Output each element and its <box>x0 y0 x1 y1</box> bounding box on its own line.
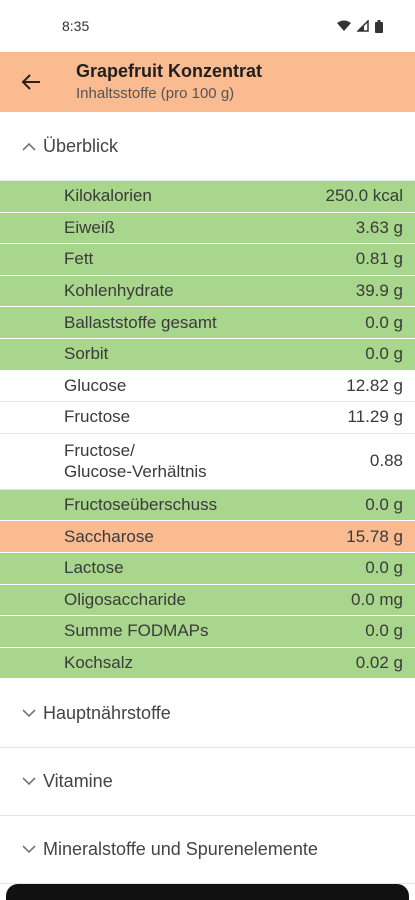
chevron-down-icon <box>22 845 36 854</box>
nutrient-name: Lactose <box>64 558 124 578</box>
nutrient-name: Eiweiß <box>64 217 116 237</box>
battery-icon <box>375 19 383 33</box>
nutrient-row: Glucose 12.82 g <box>0 370 415 403</box>
wifi-icon <box>337 20 351 31</box>
nutrient-row: Eiweiß 3.63 g <box>0 212 415 245</box>
section-overview-header[interactable]: Überblick <box>0 112 415 181</box>
status-icons <box>337 19 383 33</box>
nutrient-row: Sorbit 0.0 g <box>0 338 415 371</box>
nutrient-row: Fructoseüberschuss 0.0 g <box>0 489 415 522</box>
page-title: Grapefruit Konzentrat <box>76 61 263 81</box>
signal-icon <box>357 20 369 32</box>
nutrient-name: Kochsalz <box>64 653 133 673</box>
status-bar: 8:35 <box>0 0 415 52</box>
nutrient-value: 39.9 g <box>355 281 403 301</box>
nutrient-row: Kilokalorien 250.0 kcal <box>0 181 415 213</box>
device-bottom-edge <box>6 884 409 900</box>
nutrient-row: Summe FODMAPs 0.0 g <box>0 616 415 648</box>
nutrient-name: Fructose/ Glucose-Verhältnis <box>64 441 207 482</box>
nutrient-row: Fructose 11.29 g <box>0 402 415 434</box>
nutrient-name: Ballaststoffe gesamt <box>64 312 217 332</box>
nutrient-name: Fett <box>64 249 94 269</box>
nutrient-value: 0.0 g <box>365 495 403 515</box>
section-overview-label: Überblick <box>43 135 119 156</box>
section-minerals-label: Mineralstoffe und Spurenelemente <box>43 839 318 860</box>
nutrient-table: Kilokalorien 250.0 kcal Eiweiß 3.63 g Fett 0.… <box>0 181 415 680</box>
nutrient-name: Kilokalorien <box>64 186 152 206</box>
nutrient-value: 0.88 <box>369 451 403 471</box>
nutrient-value: 0.81 g <box>355 249 403 269</box>
nutrient-value: 0.0 g <box>365 344 403 364</box>
section-vitamins-header[interactable]: Vitamine <box>0 748 415 817</box>
nutrient-name: Fructose <box>64 407 131 427</box>
nutrient-value: 12.82 g <box>346 375 403 395</box>
back-button[interactable] <box>0 52 62 112</box>
nutrient-name: Sorbit <box>64 344 109 364</box>
nutrient-row: Oligosaccharide 0.0 mg <box>0 584 415 617</box>
nutrient-value: 11.29 g <box>347 407 403 427</box>
nutrient-value: 0.0 mg <box>351 589 403 609</box>
arrow-back-icon <box>21 74 40 90</box>
nutrient-value: 0.02 g <box>355 653 403 673</box>
nutrient-row: Lactose 0.0 g <box>0 552 415 585</box>
nutrient-name: Saccharose <box>64 526 154 546</box>
nutrient-row: Kochsalz 0.02 g <box>0 647 415 680</box>
section-main-nutrients-label: Hauptnährstoffe <box>43 702 171 723</box>
nutrient-value: 0.0 g <box>365 558 403 578</box>
nutrient-value: 250.0 kcal <box>325 186 404 206</box>
app-bar: Grapefruit Konzentrat Inhaltsstoffe (pro… <box>0 52 415 112</box>
section-minerals-header[interactable]: Mineralstoffe und Spurenelemente <box>0 816 415 885</box>
section-main-nutrients-header[interactable]: Hauptnährstoffe <box>0 679 415 749</box>
chevron-up-icon <box>22 142 36 151</box>
nutrient-row: Fructose/ Glucose-Verhältnis 0.88 <box>0 433 415 490</box>
nutrient-value: 3.63 g <box>355 217 403 237</box>
nutrient-value: 15.78 g <box>346 526 403 546</box>
nutrient-row: Ballaststoffe gesamt 0.0 g <box>0 307 415 339</box>
status-time: 8:35 <box>62 18 90 34</box>
page-subtitle: Inhaltsstoffe (pro 100 g) <box>76 85 235 102</box>
nutrient-row: Fett 0.81 g <box>0 244 415 276</box>
nutrient-row: Kohlenhydrate 39.9 g <box>0 275 415 308</box>
section-vitamins-label: Vitamine <box>43 771 113 792</box>
nutrient-name: Summe FODMAPs <box>64 621 209 641</box>
nutrient-row: Saccharose 15.78 g <box>0 521 415 553</box>
chevron-down-icon <box>22 709 36 717</box>
nutrient-value: 0.0 g <box>365 621 403 641</box>
chevron-down-icon <box>22 777 36 786</box>
nutrient-name: Oligosaccharide <box>64 589 186 609</box>
nutrient-name: Fructoseüberschuss <box>64 495 218 515</box>
nutrient-value: 0.0 g <box>365 312 403 332</box>
nutrient-name: Glucose <box>64 375 127 395</box>
nutrient-name: Kohlenhydrate <box>64 281 174 301</box>
